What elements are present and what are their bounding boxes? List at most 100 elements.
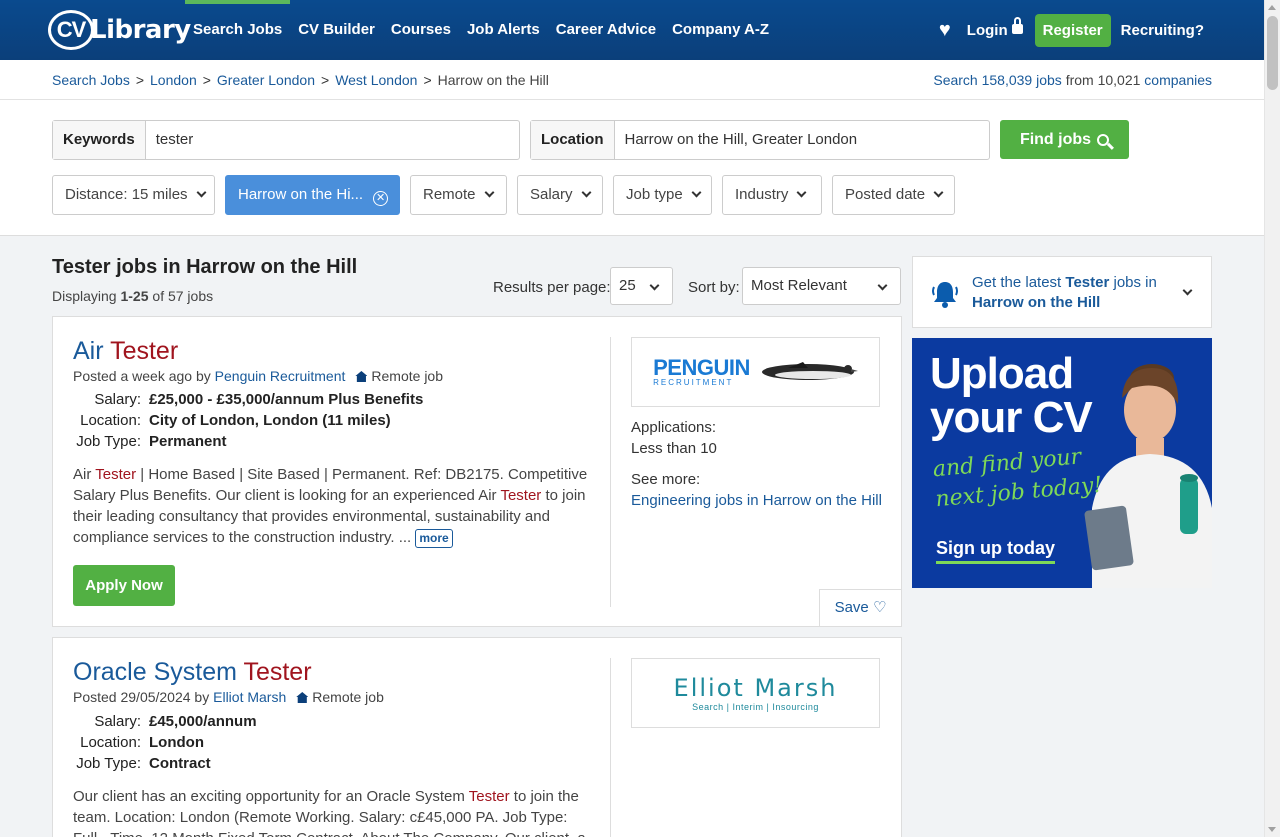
applications-info: Applications: Less than 10 [631,417,717,459]
job-title-link[interactable]: Air Tester [73,337,178,366]
salary-key: Salary: [94,391,141,408]
job-card: Oracle System Tester Posted 29/05/2024 b… [52,637,902,837]
sort-select[interactable]: Most Relevant [742,267,901,305]
breadcrumb-search-jobs[interactable]: Search Jobs [52,72,130,88]
applications-label: Applications: [631,419,717,436]
find-jobs-label: Find jobs [1019,130,1092,148]
job-description: Our client has an exciting opportunity f… [73,786,593,837]
recruiting-link[interactable]: Recruiting? [1121,22,1204,39]
scroll-up-arrow-icon[interactable] [1268,5,1276,10]
company-logo[interactable]: PENGUIN RECRUITMENT [631,337,880,407]
keywords-input[interactable]: tester [146,121,204,159]
elliot-marsh-logo-text: Elliot Marsh [673,674,838,702]
location-input[interactable]: Harrow on the Hill, Greater London [615,121,868,159]
breadcrumb-west-london[interactable]: West London [335,72,417,88]
job-specs: Salary: £45,000/annum Location: London Job… [73,713,257,776]
chevron-down-icon [196,187,207,198]
nav-cv-builder[interactable]: CV Builder [290,0,383,60]
save-button[interactable]: Save ♡ [819,589,901,626]
apply-now-button[interactable]: Apply Now [73,565,175,606]
posted-date-filter[interactable]: Posted date [832,175,955,215]
nav-company-a-z[interactable]: Company A-Z [664,0,777,60]
nav-job-alerts[interactable]: Job Alerts [459,0,548,60]
distance-filter[interactable]: Distance: 15 miles [52,175,215,215]
find-jobs-button[interactable]: Find jobs [1000,120,1129,159]
location-value: London [149,734,204,751]
top-navigation: CV Library Search Jobs CV Builder Course… [0,0,1264,60]
desc-text: Our client has an exciting opportunity f… [73,788,469,805]
company-link[interactable]: Elliot Marsh [213,689,286,705]
type-value: Permanent [149,433,227,450]
location-field[interactable]: Location Harrow on the Hill, Greater Lon… [530,120,990,160]
salary-filter[interactable]: Salary [517,175,603,215]
scrollbar-thumb[interactable] [1267,16,1278,90]
applications-value: Less than 10 [631,440,717,457]
stats-search-link[interactable]: Search 158,039 jobs [933,72,1061,88]
remote-filter[interactable]: Remote [410,175,507,215]
desc-text: Air [73,466,96,483]
per-page-select[interactable]: 25 [610,267,673,305]
desc-highlight: Tester [468,788,510,805]
nav-courses[interactable]: Courses [383,0,459,60]
alert-prefix: Get the latest [972,274,1062,291]
salary-value: £45,000/annum [149,713,257,730]
breadcrumb-separator: > [135,72,145,88]
alert-text: Get the latest Tester jobs in Harrow on t… [972,273,1172,313]
job-type-filter[interactable]: Job type [613,175,712,215]
job-alert-box[interactable]: Get the latest Tester jobs in Harrow on t… [912,256,1212,328]
breadcrumb-separator: > [423,72,432,88]
see-more-info: See more: Engineering jobs in Harrow on … [631,469,882,511]
divider [610,337,611,607]
distance-label: Distance: 15 miles [65,186,188,203]
chevron-down-icon [649,280,660,291]
more-button[interactable]: more [415,529,453,548]
location-value: City of London, London (11 miles) [149,412,391,429]
page-scrollbar[interactable] [1264,0,1280,837]
type-key: Job Type: [76,433,141,450]
logo-word: Library [90,15,191,45]
job-title-link[interactable]: Oracle System Tester [73,658,312,687]
lock-icon [1011,16,1023,34]
company-link[interactable]: Penguin Recruitment [215,368,346,384]
alert-keyword: Tester [1065,274,1110,291]
stats-from: from 10,021 [1065,72,1141,88]
penguin-icon [761,362,858,380]
job-description: Air Tester | Home Based | Site Based | P… [73,464,593,548]
displaying-prefix: Displaying [52,288,117,304]
job-title-prefix: Air [73,337,104,365]
industry-filter[interactable]: Industry [722,175,822,215]
location-key: Location: [80,412,141,429]
clear-icon[interactable]: ✕ [373,191,389,206]
ad-signup-button[interactable]: Sign up today [936,538,1055,564]
ad-line2: your CV [930,393,1093,442]
main-nav: Search Jobs CV Builder Courses Job Alert… [185,0,777,60]
register-button[interactable]: Register [1034,13,1111,47]
chevron-down-icon [796,187,807,198]
job-specs: Salary: £25,000 - £35,000/annum Plus Bene… [73,391,423,454]
house-icon [355,371,368,382]
elliot-marsh-logo-sub: Search | Interim | Insourcing [692,702,819,712]
stats-companies-link[interactable]: companies [1144,72,1212,88]
upload-cv-ad[interactable]: Upload your CV and find your next job toda… [912,338,1212,588]
keywords-field[interactable]: Keywords tester [52,120,520,160]
location-chip-label: Harrow on the Hi... [238,186,364,203]
nav-search-jobs[interactable]: Search Jobs [185,0,291,60]
cv-library-logo[interactable]: CV Library [48,8,191,52]
breadcrumb-london[interactable]: London [150,72,197,88]
see-more-link[interactable]: Engineering jobs in Harrow on the Hill [631,492,882,509]
breadcrumb-separator: > [321,72,330,88]
per-page-label: Results per page: [493,279,611,296]
posted-date-label: Posted date [845,186,926,203]
job-posted: Posted 29/05/2024 by Elliot Marsh Remote … [73,689,384,705]
scroll-down-arrow-icon[interactable] [1268,827,1276,832]
job-posted: Posted a week ago by Penguin Recruitment… [73,368,443,384]
results-title: Tester jobs in Harrow on the Hill [52,256,358,278]
heart-icon[interactable]: ♥ [939,19,951,42]
nav-career-advice[interactable]: Career Advice [548,0,664,60]
house-icon [296,692,309,703]
company-logo[interactable]: Elliot Marsh Search | Interim | Insourci… [631,658,880,728]
location-chip[interactable]: Harrow on the Hi... ✕ [225,175,400,215]
login-link[interactable]: Login [967,16,1023,39]
breadcrumb-greater-london[interactable]: Greater London [217,72,315,88]
chevron-down-icon [581,187,591,198]
